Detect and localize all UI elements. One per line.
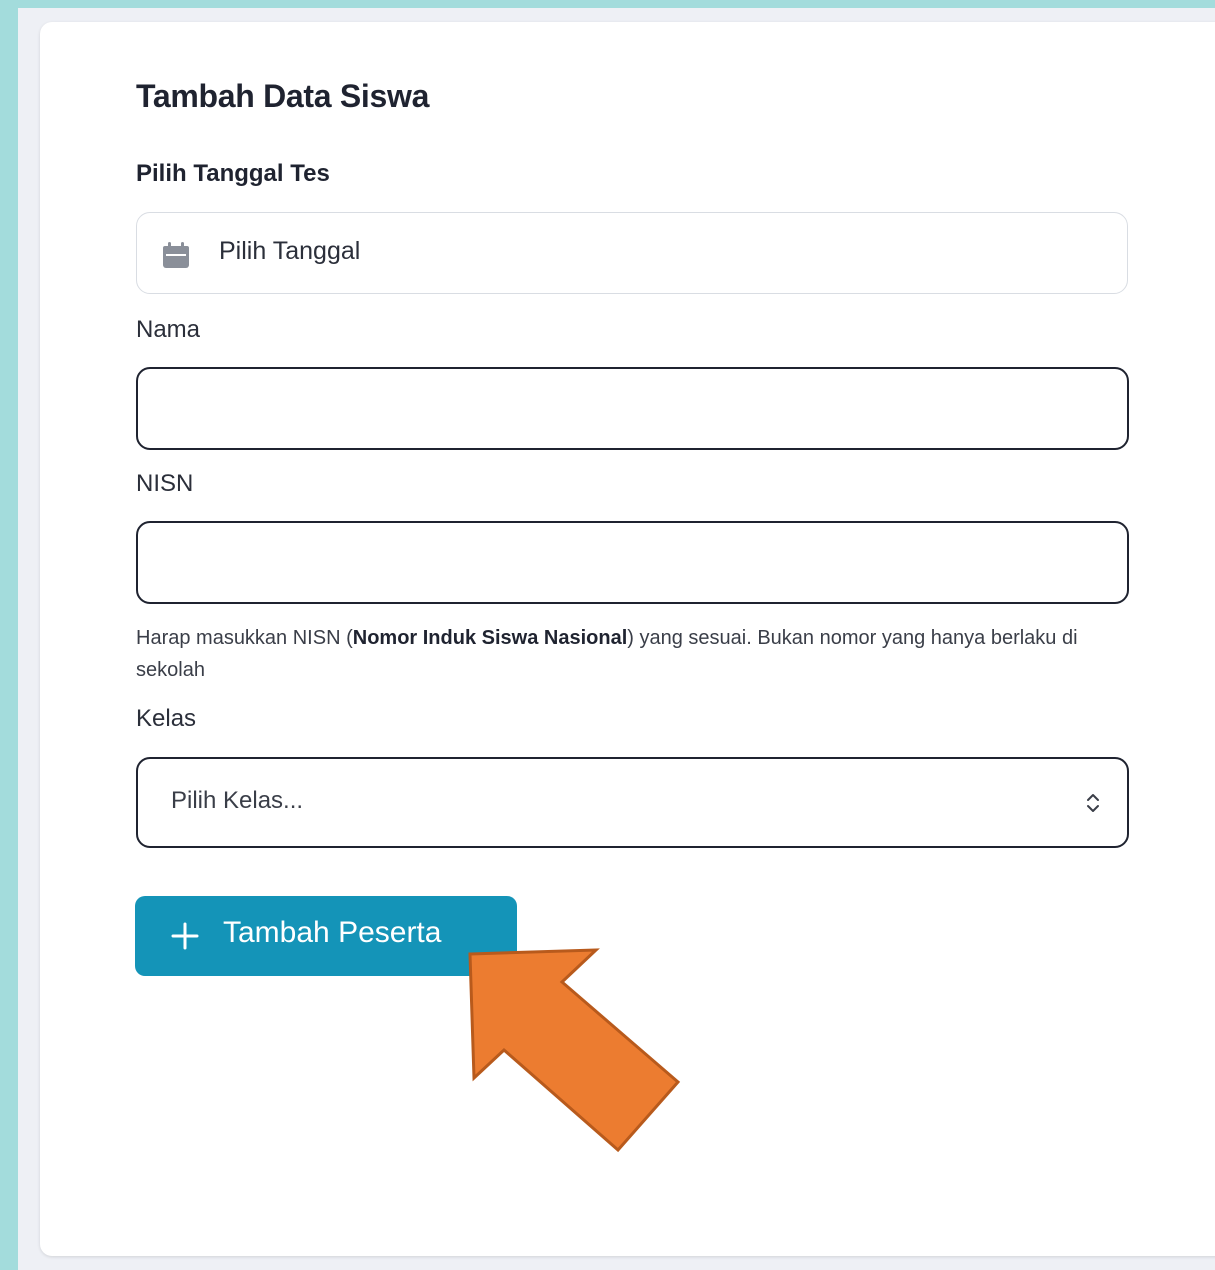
- date-picker[interactable]: Pilih Tanggal: [136, 212, 1128, 294]
- calendar-icon: [163, 242, 189, 268]
- date-placeholder: Pilih Tanggal: [219, 237, 361, 265]
- name-label: Nama: [136, 316, 201, 343]
- plus-icon: [171, 922, 199, 950]
- nisn-help-bold: Nomor Induk Siswa Nasional: [352, 627, 628, 649]
- class-select-value: Pilih Kelas...: [171, 787, 304, 814]
- nisn-label: NISN: [136, 470, 194, 497]
- class-label: Kelas: [136, 705, 197, 732]
- nisn-help-text: Harap masukkan NISN (Nomor Induk Siswa N…: [136, 622, 1136, 686]
- add-participant-button[interactable]: Tambah Peserta: [135, 896, 517, 976]
- add-participant-label: Tambah Peserta: [223, 916, 442, 949]
- class-select[interactable]: Pilih Kelas...: [136, 757, 1129, 848]
- name-input[interactable]: [136, 367, 1129, 450]
- chevron-up-down-icon: [1087, 794, 1099, 812]
- nisn-input[interactable]: [136, 521, 1129, 604]
- nisn-help-prefix: Harap masukkan NISN (: [136, 627, 353, 649]
- form-title: Tambah Data Siswa: [136, 78, 430, 114]
- date-label: Pilih Tanggal Tes: [136, 160, 330, 187]
